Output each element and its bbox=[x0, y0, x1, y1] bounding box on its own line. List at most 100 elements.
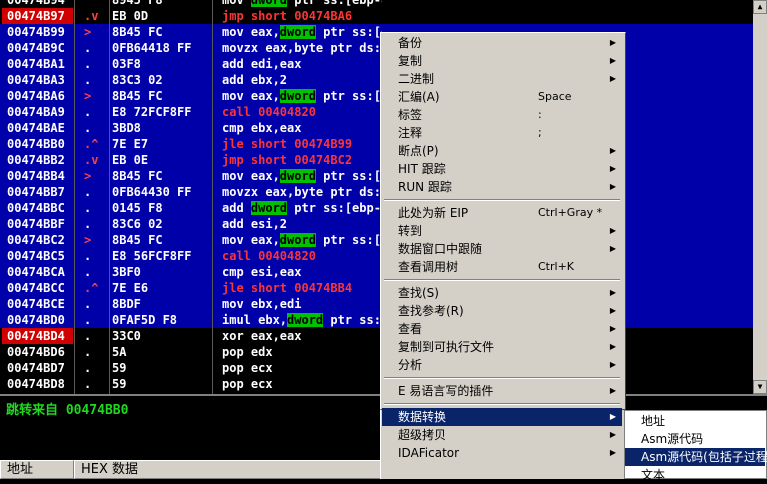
menu-item[interactable]: HIT 跟踪 ▶ bbox=[382, 160, 622, 178]
instruction-text: add esi,2 bbox=[222, 217, 288, 231]
disasm-row[interactable]: 00474BA3. 83C3 02 add ebx,2 bbox=[0, 72, 753, 88]
disasm-row[interactable]: 00474BD6. 5A pop edx bbox=[0, 344, 753, 360]
menu-item-label: 数据窗口中跟随 bbox=[398, 242, 483, 256]
disasm-cell: add esi,2 bbox=[222, 216, 382, 232]
disasm-row[interactable]: 00474BD4. 33C0 xor eax,eax bbox=[0, 328, 753, 344]
column-divider[interactable] bbox=[74, 0, 75, 394]
disasm-row[interactable]: 00474BA1. 03F8 add edi,eax bbox=[0, 56, 753, 72]
column-divider[interactable] bbox=[109, 0, 110, 394]
disasm-row[interactable]: 00474B97 .v EB 0D jmp short 00474BA6 bbox=[0, 8, 753, 24]
jump-marker: . bbox=[84, 297, 92, 311]
menu-item-label: 查找参考(R) bbox=[398, 304, 464, 318]
menu-item[interactable]: 此处为新 EIP Ctrl+Gray * bbox=[382, 204, 622, 222]
disasm-row[interactable]: 00474BB2 .v EB 0E jmp short 00474BC2 bbox=[0, 152, 753, 168]
submenu-item[interactable]: 地址 bbox=[625, 412, 765, 430]
disasm-cell: imul ebx,dword ptr ss:[ebp-8] bbox=[222, 312, 382, 328]
menu-item[interactable]: 注释; bbox=[382, 124, 622, 142]
address-cell: 00474BC5 bbox=[7, 249, 65, 263]
address-cell: 00474BB2 bbox=[7, 153, 65, 167]
disasm-cell: jmp short 00474BC2 bbox=[222, 152, 382, 168]
disasm-row[interactable]: 00474BBF. 83C6 02 add esi,2 bbox=[0, 216, 753, 232]
disasm-cell: cmp ebx,eax bbox=[222, 120, 382, 136]
disasm-row[interactable]: 00474BA9. E8 72FCF8FF call 00404820 bbox=[0, 104, 753, 120]
hex-bytes-cell: 83C3 02 bbox=[112, 73, 163, 87]
jump-marker: .v bbox=[84, 9, 99, 23]
menu-item[interactable]: 备份 ▶ bbox=[382, 34, 622, 52]
submenu-arrow-icon: ▶ bbox=[609, 164, 616, 173]
disasm-row[interactable]: 00474BAE. 3BD8 cmp ebx,eax bbox=[0, 120, 753, 136]
menu-item-shortcut: : bbox=[538, 108, 542, 121]
menu-item[interactable]: 数据转换 ▶ bbox=[382, 408, 622, 426]
disasm-row[interactable]: 00474BC5. E8 56FCF8FF call 00404820 bbox=[0, 248, 753, 264]
submenu-item[interactable]: 文本 bbox=[625, 466, 765, 484]
menu-item[interactable]: 复制 ▶ bbox=[382, 52, 622, 70]
disasm-cell: call 00404820 bbox=[222, 104, 382, 120]
disasm-row[interactable]: 00474BB7. 0FB64430 FF movzx eax,byte ptr d… bbox=[0, 184, 753, 200]
submenu-arrow-icon: ▶ bbox=[609, 288, 616, 297]
disasm-row[interactable]: 00474BBC. 0145 F8 add dword ptr ss:[ebp-8]… bbox=[0, 200, 753, 216]
menu-item[interactable]: E 易语言写的插件 ▶ bbox=[382, 382, 622, 400]
dump-col-address[interactable]: 地址 bbox=[0, 460, 74, 479]
disasm-row[interactable]: 00474BB0 .^ 7E E7 jle short 00474B99 bbox=[0, 136, 753, 152]
menu-item[interactable]: 复制到可执行文件 ▶ bbox=[382, 338, 622, 356]
menu-item[interactable]: 转到 ▶ bbox=[382, 222, 622, 240]
jump-marker: .^ bbox=[84, 137, 99, 151]
jump-marker: . bbox=[84, 313, 92, 327]
submenu-arrow-icon: ▶ bbox=[609, 412, 616, 421]
disasm-row[interactable]: 00474BCC .^ 7E E6 jle short 00474BB4 bbox=[0, 280, 753, 296]
hex-bytes-cell: 0FAF5D F8 bbox=[112, 313, 178, 327]
menu-item[interactable]: 查看 ▶ bbox=[382, 320, 622, 338]
disasm-cell: mov eax,dword ptr ss:[ebp-4] bbox=[222, 232, 382, 248]
disasm-row[interactable]: 00474BC2 >8B45 FC mov eax,dword ptr ss:[eb… bbox=[0, 232, 753, 248]
menu-item[interactable]: 查找(S) ▶ bbox=[382, 284, 622, 302]
disasm-row[interactable]: 00474BD0. 0FAF5D F8 imul ebx,dword ptr ss:… bbox=[0, 312, 753, 328]
jump-marker: > bbox=[84, 233, 92, 247]
menu-item[interactable]: 汇编(A) Space bbox=[382, 88, 622, 106]
disasm-row[interactable]: 00474B99 >8B45 FC mov eax,dword ptr ss:[eb… bbox=[0, 24, 753, 40]
hex-bytes-cell: 33C0 bbox=[112, 329, 141, 343]
menu-item[interactable]: IDAFicator ▶ bbox=[382, 444, 622, 462]
menu-item-label: 查找(S) bbox=[398, 286, 439, 300]
disasm-row[interactable]: 00474BB4 >8B45 FC mov eax,dword ptr ss:[eb… bbox=[0, 168, 753, 184]
vertical-scrollbar[interactable] bbox=[753, 0, 767, 394]
address-cell: 00474B9C bbox=[7, 41, 65, 55]
disasm-cell: mov dword ptr ss:[ebp-8],eax bbox=[222, 0, 382, 8]
hex-bytes-cell: EB 0E bbox=[112, 153, 149, 167]
scroll-up-icon[interactable]: ▲ bbox=[753, 0, 767, 14]
menu-item[interactable]: 分析 ▶ bbox=[382, 356, 622, 374]
disasm-row[interactable]: 00474BCA. 3BF0 cmp esi,eax bbox=[0, 264, 753, 280]
address-cell: 00474BA3 bbox=[7, 73, 65, 87]
instruction-text: ptr ss:[ebp-4] bbox=[323, 89, 382, 103]
disasm-cell: jle short 00474BB4 bbox=[222, 280, 382, 296]
menu-item-shortcut: Ctrl+Gray * bbox=[538, 206, 603, 219]
hex-bytes-cell: 7E E7 bbox=[112, 137, 149, 151]
hex-bytes-cell: EB 0D bbox=[112, 9, 149, 23]
disasm-row[interactable]: 00474BD7. 59 pop ecx bbox=[0, 360, 753, 376]
column-divider[interactable] bbox=[212, 0, 213, 394]
menu-item[interactable]: 查看调用树 Ctrl+K bbox=[382, 258, 622, 276]
menu-item[interactable]: 数据窗口中跟随 ▶ bbox=[382, 240, 622, 258]
menu-item[interactable]: 二进制 ▶ bbox=[382, 70, 622, 88]
address-cell: 00474BD8 bbox=[7, 377, 65, 391]
menu-item-shortcut: ; bbox=[538, 126, 542, 139]
submenu-item[interactable]: Asm源代码(包括子过程) bbox=[625, 448, 767, 466]
jump-marker: .v bbox=[84, 153, 99, 167]
disasm-row[interactable]: 00474B94 8945 F8 mov dword ptr ss:[ebp-8],… bbox=[0, 0, 753, 8]
disasm-row[interactable]: 00474BA6 >8B45 FC mov eax,dword ptr ss:[eb… bbox=[0, 88, 753, 104]
disasm-row[interactable]: 00474B9C. 0FB64418 FF movzx eax,byte ptr d… bbox=[0, 40, 753, 56]
jump-marker: . bbox=[84, 217, 92, 231]
disasm-row[interactable]: 00474BCE. 8BDF mov ebx,edi bbox=[0, 296, 753, 312]
scroll-down-icon[interactable]: ▼ bbox=[753, 380, 767, 394]
menu-item[interactable]: RUN 跟踪 ▶ bbox=[382, 178, 622, 196]
disasm-row[interactable]: 00474BD8. 59 pop ecx bbox=[0, 376, 753, 392]
jump-marker: > bbox=[84, 169, 92, 183]
hex-bytes-cell: 3BF0 bbox=[112, 265, 141, 279]
submenu-item[interactable]: Asm源代码 bbox=[625, 430, 765, 448]
address-cell: 00474BAE bbox=[7, 121, 65, 135]
submenu-arrow-icon: ▶ bbox=[609, 146, 616, 155]
menu-item[interactable]: 标签: bbox=[382, 106, 622, 124]
jump-marker: . bbox=[84, 41, 92, 55]
menu-item[interactable]: 查找参考(R) ▶ bbox=[382, 302, 622, 320]
menu-item[interactable]: 超级拷贝 ▶ bbox=[382, 426, 622, 444]
menu-item[interactable]: 断点(P) ▶ bbox=[382, 142, 622, 160]
